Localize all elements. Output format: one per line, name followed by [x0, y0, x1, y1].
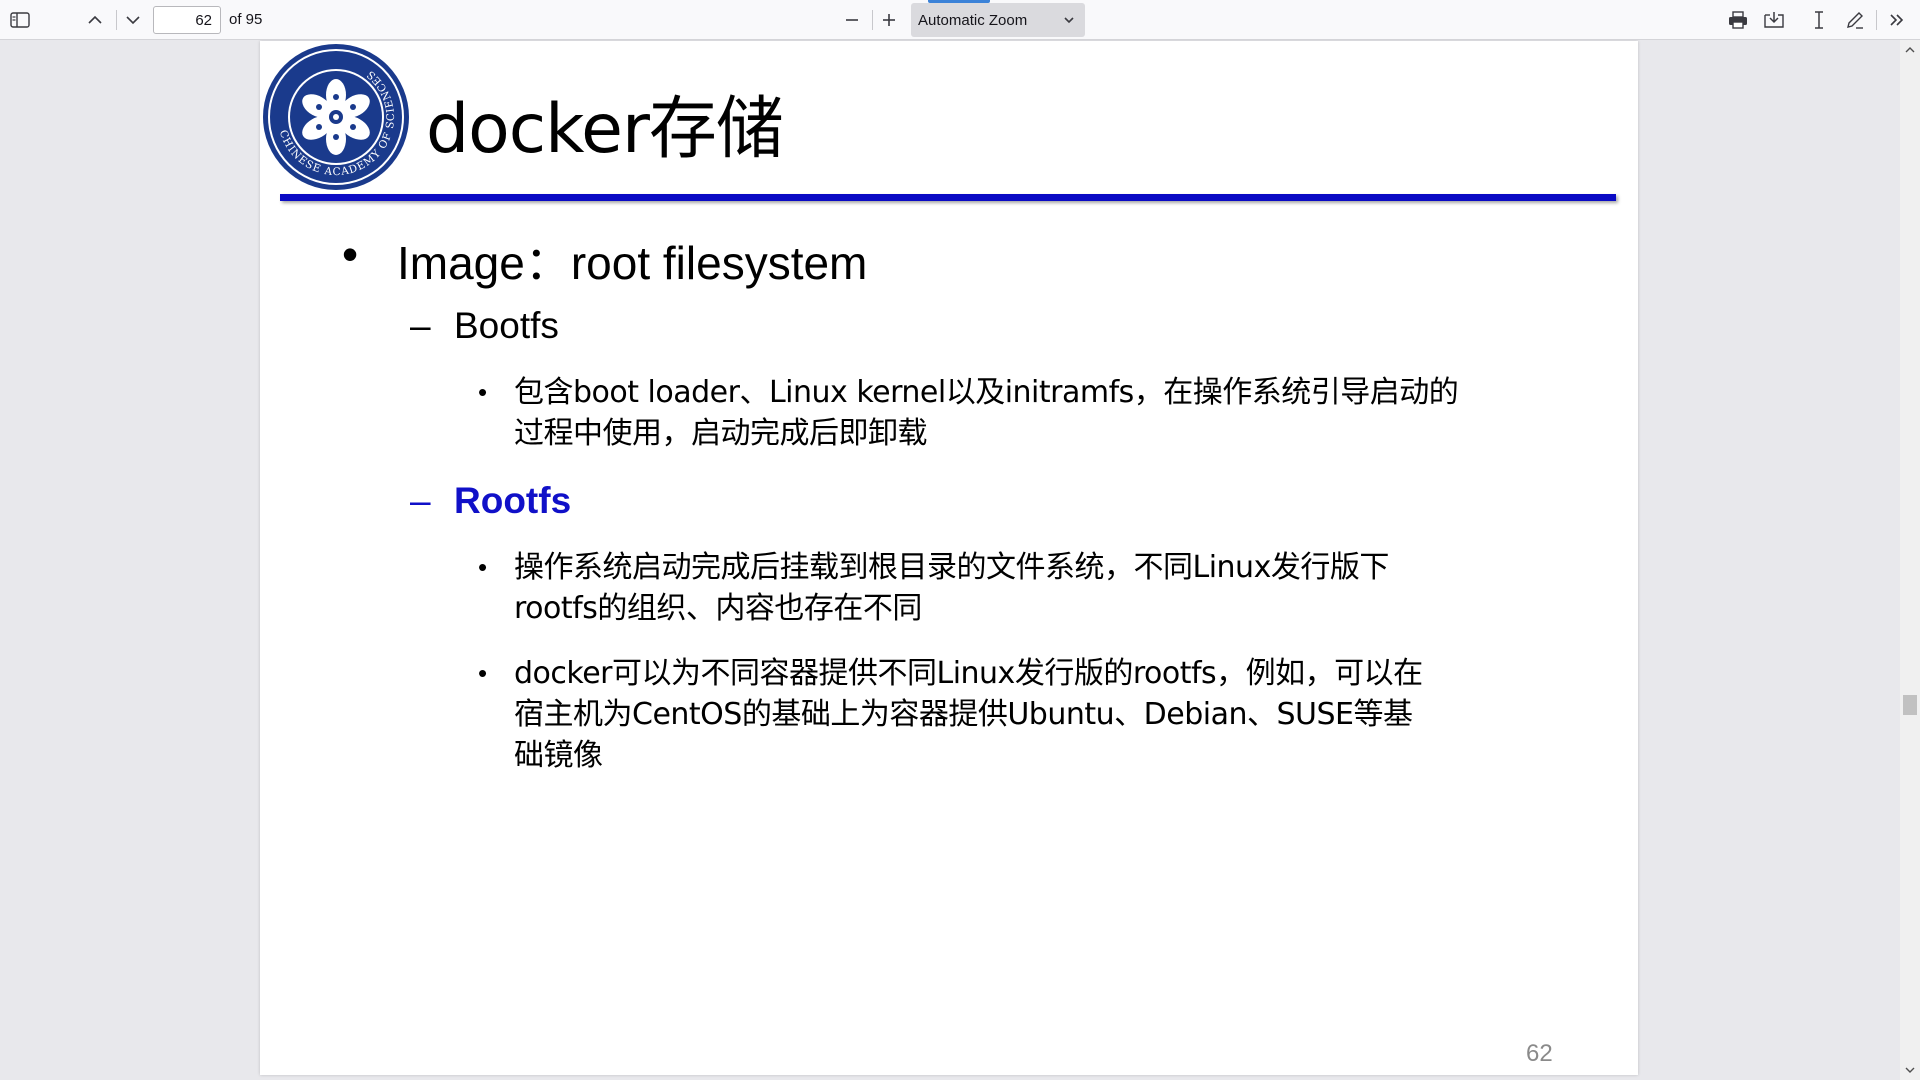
chevron-down-icon: [1064, 17, 1074, 24]
scroll-down-button[interactable]: [1900, 1060, 1920, 1080]
detail-line: 过程中使用，启动完成后即卸载: [514, 416, 928, 451]
chevron-down-icon: [1905, 1067, 1915, 1073]
vertical-scrollbar[interactable]: [1900, 40, 1920, 1080]
text-select-button[interactable]: [1803, 4, 1835, 36]
detail-line: 操作系统启动完成后挂载到根目录的文件系统，不同Linux发行版下: [514, 550, 1389, 585]
zoom-in-button[interactable]: [873, 4, 905, 36]
scroll-thumb[interactable]: [1903, 695, 1917, 715]
rootfs-detail-1: • 操作系统启动完成后挂载到根目录的文件系统，不同Linux发行版下 rootf…: [478, 547, 1538, 631]
detail-text: 包含boot loader、Linux kernel以及initramfs，在操…: [514, 372, 1544, 454]
minus-icon: [846, 19, 858, 21]
detail-line: 础镜像: [514, 738, 603, 773]
detail-line: 宿主机为CentOS的基础上为容器提供Ubuntu、Debian、SUSE等基: [514, 697, 1413, 732]
sub-bullet-text: Rootfs: [454, 480, 572, 521]
print-icon: [1729, 11, 1747, 29]
dash-marker: –: [410, 305, 431, 346]
chevron-down-icon: [126, 16, 140, 25]
bootfs-detail: • 包含boot loader、Linux kernel以及initramfs，…: [478, 372, 1538, 456]
page-number-input[interactable]: [153, 6, 221, 34]
zoom-select[interactable]: Automatic Zoom: [911, 3, 1085, 37]
detail-line: rootfs的组织、内容也存在不同: [514, 591, 922, 626]
pen-icon: [1847, 12, 1863, 29]
chevron-up-icon: [88, 15, 102, 24]
sidebar-toggle-icon: [10, 12, 30, 28]
toolbar-divider: [1876, 10, 1877, 30]
bullet-dot: •: [478, 658, 488, 688]
detail-text: 操作系统启动完成后挂载到根目录的文件系统，不同Linux发行版下 rootfs的…: [514, 547, 1544, 629]
save-button[interactable]: [1758, 4, 1790, 36]
download-icon: [1764, 12, 1784, 28]
rootfs-detail-2: • docker可以为不同容器提供不同Linux发行版的rootfs，例如，可以…: [478, 653, 1538, 779]
sidebar-toggle-button[interactable]: [4, 4, 36, 36]
previous-page-button[interactable]: [79, 4, 111, 36]
scroll-up-button[interactable]: [1900, 40, 1920, 60]
double-chevron-right-icon: [1890, 14, 1904, 26]
draw-button[interactable]: [1839, 4, 1871, 36]
print-button[interactable]: [1722, 4, 1754, 36]
sub-bullet-text: Bootfs: [454, 305, 559, 346]
detail-text: docker可以为不同容器提供不同Linux发行版的rootfs，例如，可以在 …: [514, 653, 1544, 776]
bullet-dot: •: [478, 552, 488, 582]
page-count-label: of 95: [229, 11, 263, 28]
slide-page-number: 62: [1526, 1040, 1553, 1067]
chevron-up-icon: [1905, 47, 1915, 53]
slide-title: docker存储: [426, 90, 784, 169]
dash-marker: –: [410, 480, 431, 521]
text-cursor-icon: [1815, 11, 1823, 29]
cas-logo: CHINESE ACADEMY OF SCIENCES: [263, 44, 409, 190]
bullet-dot: •: [478, 377, 488, 407]
pdf-toolbar: of 95 Automatic Zoom: [0, 0, 1920, 40]
zoom-select-value: Automatic Zoom: [918, 11, 1028, 29]
document-viewer[interactable]: CHINESE ACADEMY OF SCIENCES docker存储 • I…: [0, 40, 1920, 1080]
detail-line: 包含boot loader、Linux kernel以及initramfs，在操…: [514, 375, 1459, 410]
title-rule: [280, 194, 1616, 201]
plus-icon: [883, 14, 895, 26]
pdf-page: CHINESE ACADEMY OF SCIENCES docker存储 • I…: [260, 41, 1638, 1075]
detail-line: docker可以为不同容器提供不同Linux发行版的rootfs，例如，可以在: [514, 656, 1423, 691]
zoom-out-button[interactable]: [836, 4, 868, 36]
bullet-text: Image：root filesystem: [397, 237, 868, 289]
more-tools-button[interactable]: [1881, 4, 1913, 36]
bullet-dot: •: [342, 228, 359, 280]
next-page-button[interactable]: [117, 4, 149, 36]
